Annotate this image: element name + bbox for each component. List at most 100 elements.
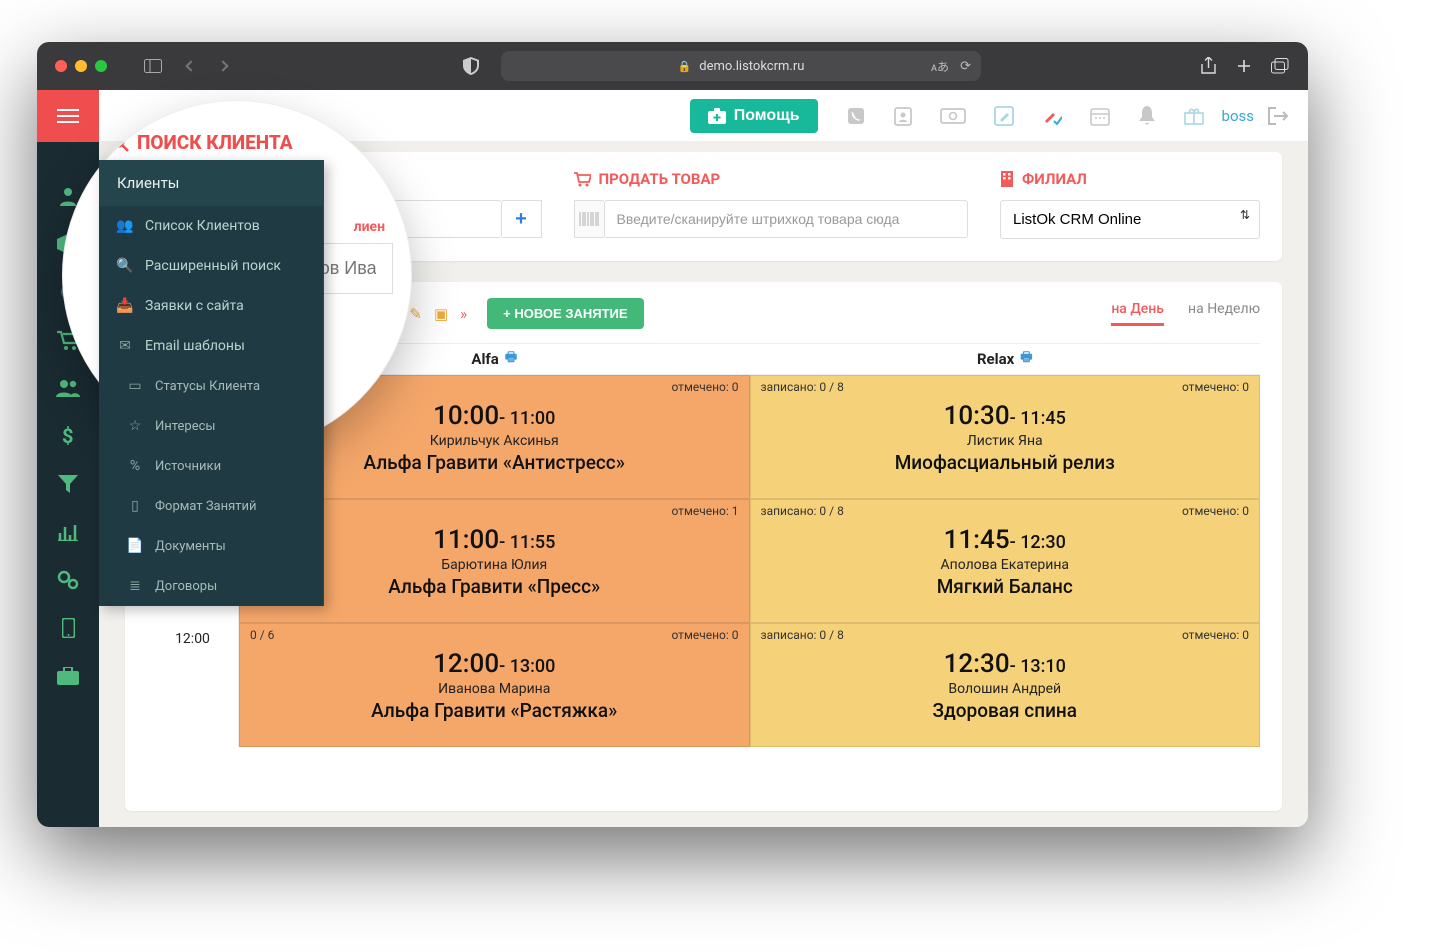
window-controls — [55, 60, 107, 72]
lesson-trainer: Барютина Юлия — [441, 557, 547, 573]
tabs-icon[interactable] — [1270, 56, 1290, 76]
print-icon[interactable]: 🖶 — [505, 348, 517, 370]
user-link[interactable]: boss — [1222, 107, 1254, 125]
new-tab-icon[interactable] — [1234, 56, 1254, 76]
skip-icon[interactable]: » — [460, 305, 467, 323]
barcode-icon — [574, 200, 604, 238]
lesson-time: 11:45- 12:30 — [944, 525, 1066, 555]
id-icon[interactable] — [894, 106, 912, 126]
sidebar-flyout: Клиенты 👥Список Клиентов 🔍Расширенный по… — [99, 160, 324, 606]
lesson-marked: отмечено: 0 — [671, 380, 738, 394]
room-header-relax: Relax 🖶 — [750, 348, 1261, 370]
flyout-item-email-templates[interactable]: ✉Email шаблоны — [99, 326, 323, 366]
lesson-time: 12:30- 13:10 — [944, 649, 1066, 679]
lesson-time: 10:30- 11:45 — [944, 401, 1066, 431]
rail-people-icon[interactable] — [37, 364, 99, 412]
translate-icon[interactable]: ᴀあ — [931, 58, 949, 75]
lesson-time: 10:00- 11:00 — [433, 401, 555, 431]
lesson-card[interactable]: записано: 0 / 8 отмечено: 0 11:45- 12:30… — [750, 499, 1261, 623]
gift-icon[interactable] — [1184, 107, 1204, 125]
tab-week[interactable]: на Неделю — [1188, 301, 1260, 326]
back-button[interactable] — [181, 56, 201, 76]
phone-icon[interactable] — [846, 106, 866, 126]
add-client-button[interactable]: + — [502, 200, 542, 238]
flyout-item-contracts[interactable]: ≣Договоры — [99, 566, 323, 606]
room-col-relax: записано: 0 / 8 отмечено: 0 10:30- 11:45… — [750, 375, 1261, 747]
flyout-item-clients-list[interactable]: 👥Список Клиентов — [99, 206, 323, 246]
rail-funnel-icon[interactable] — [37, 460, 99, 508]
lesson-title: Мягкий Баланс — [937, 575, 1073, 598]
lesson-booked: 0 / 6 — [250, 628, 274, 642]
link-icon: % — [127, 458, 143, 474]
doc-icon: ▯ — [127, 498, 143, 514]
inbox-icon: 📥 — [117, 298, 133, 314]
flyout-item-documents[interactable]: 📄Документы — [99, 526, 323, 566]
lesson-trainer: Иванова Марина — [438, 681, 550, 697]
medkit-icon — [708, 108, 726, 124]
rail-mobile-icon[interactable] — [37, 604, 99, 652]
title-bar: 🔒 demo.listokcrm.ru ᴀあ ⟳ — [37, 42, 1308, 90]
lesson-title: Альфа Гравити «Пресс» — [388, 575, 600, 598]
cart-icon — [574, 172, 591, 187]
bell-icon[interactable] — [1138, 106, 1156, 126]
forward-button[interactable] — [213, 56, 233, 76]
group-icon[interactable]: ▣ — [434, 305, 448, 323]
new-lesson-button[interactable]: + НОВОЕ ЗАНЯТИЕ — [487, 298, 643, 329]
edit-check-icon[interactable] — [1042, 106, 1062, 126]
maximize-dot[interactable] — [95, 60, 107, 72]
money-icon[interactable] — [940, 108, 966, 124]
top-icons — [846, 106, 1204, 126]
rail-briefcase-icon[interactable] — [37, 652, 99, 700]
people-icon: 👥 — [117, 218, 133, 234]
calendar-icon[interactable] — [1090, 106, 1110, 126]
logout-icon[interactable] — [1268, 107, 1288, 125]
lesson-trainer: Листик Яна — [967, 433, 1043, 449]
flyout-item-sources[interactable]: %Источники — [99, 446, 323, 486]
help-button[interactable]: Помощь — [690, 99, 818, 133]
lesson-card[interactable]: записано: 0 / 8 отмечено: 0 12:30- 13:10… — [750, 623, 1261, 747]
product-header: ПРОДАТЬ ТОВАР — [574, 170, 969, 188]
url-text: demo.listokcrm.ru — [699, 59, 804, 74]
flyout-group-title: Клиенты — [99, 160, 323, 206]
edit-ico-4[interactable]: ✎ — [409, 305, 422, 323]
lesson-card[interactable]: 0 / 6 отмечено: 0 12:00- 13:00 Иванова М… — [239, 623, 750, 747]
lesson-booked: записано: 0 / 8 — [761, 628, 844, 642]
lesson-title: Здоровая спина — [932, 699, 1077, 722]
lesson-booked: записано: 0 / 8 — [761, 380, 844, 394]
branch-select[interactable]: ListOk CRM Online — [1000, 200, 1260, 239]
nav-buttons — [181, 56, 233, 76]
flyout-item-site-leads[interactable]: 📥Заявки с сайта — [99, 286, 323, 326]
rail-gears-icon[interactable] — [37, 556, 99, 604]
print-icon[interactable]: 🖶 — [1020, 348, 1032, 370]
lock-icon: 🔒 — [678, 60, 692, 73]
shield-icon[interactable] — [461, 56, 481, 76]
rail-chart-icon[interactable] — [37, 508, 99, 556]
flyout-item-statuses[interactable]: ▭Статусы Клиента — [99, 366, 323, 406]
lesson-marked: отмечено: 0 — [1182, 380, 1249, 394]
flyout-item-advanced-search[interactable]: 🔍Расширенный поиск — [99, 246, 323, 286]
minimize-dot[interactable] — [75, 60, 87, 72]
sidebar-icon[interactable] — [143, 56, 163, 76]
lesson-time: 11:00- 11:55 — [433, 525, 555, 555]
rail-dollar-icon[interactable]: $ — [37, 412, 99, 460]
lesson-card[interactable]: записано: 0 / 8 отмечено: 0 10:30- 11:45… — [750, 375, 1261, 499]
url-bar[interactable]: 🔒 demo.listokcrm.ru ᴀあ ⟳ — [501, 51, 981, 81]
star-icon: ☆ — [127, 418, 143, 434]
tab-day[interactable]: на День — [1111, 301, 1164, 326]
lesson-marked: отмечено: 0 — [671, 628, 738, 642]
mail-icon: ✉ — [117, 338, 133, 354]
barcode-input[interactable] — [604, 200, 969, 238]
close-dot[interactable] — [55, 60, 67, 72]
branch-col: ФИЛИАЛ ListOk CRM Online ⇅ — [1000, 170, 1260, 239]
building-icon — [1000, 171, 1014, 187]
hamburger-button[interactable] — [37, 90, 99, 142]
share-icon[interactable] — [1198, 56, 1218, 76]
schedule-tabs: на День на Неделю — [1111, 301, 1260, 326]
lesson-marked: отмечено: 1 — [671, 504, 738, 518]
flyout-item-format[interactable]: ▯Формат Занятий — [99, 486, 323, 526]
mag-client-label: лиен — [354, 219, 385, 235]
flyout-item-interests[interactable]: ☆Интересы — [99, 406, 323, 446]
refresh-icon[interactable]: ⟳ — [960, 59, 971, 74]
lesson-booked: записано: 0 / 8 — [761, 504, 844, 518]
edit-icon[interactable] — [994, 106, 1014, 126]
